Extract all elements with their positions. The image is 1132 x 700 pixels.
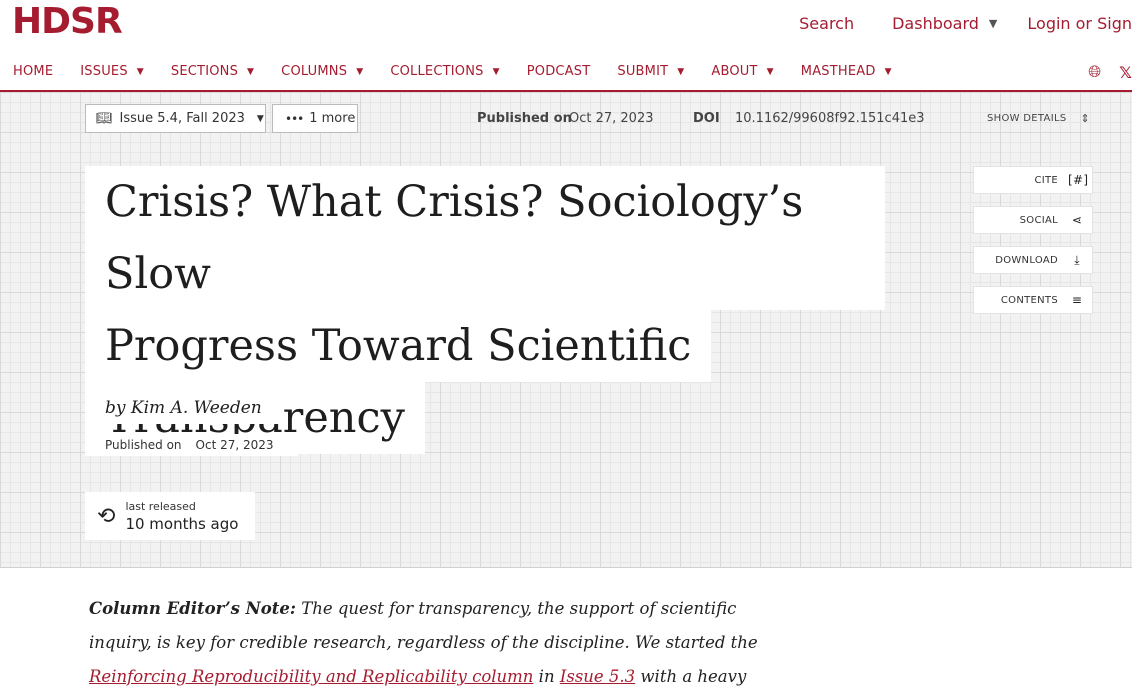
release-value: 10 months ago [125,514,239,533]
more-dots-icon: ••• [285,111,304,126]
nav-item-label: MASTHEAD [800,64,876,79]
download-button[interactable]: DOWNLOAD ⤓ [973,246,1093,274]
contents-button[interactable]: CONTENTS ≡ [973,286,1093,314]
published-label: Published on [477,111,572,126]
hdsr-logo[interactable]: HDSR [12,1,123,42]
caret-down-icon: ▼ [492,66,500,77]
nav-item-issues[interactable]: ISSUES ▼ [80,64,144,79]
nav-item-columns[interactable]: COLUMNS ▼ [281,64,363,79]
side-action-label: CITE [1034,174,1058,186]
issue-selector[interactable]: 📖︎ Issue 5.4, Fall 2023 ▼ [85,104,266,133]
note-label: Column Editor’s Note: [89,599,296,618]
cite-button[interactable]: CITE [#] [973,166,1093,194]
more-issues-button[interactable]: ••• 1 more [272,104,358,133]
nav-item-masthead[interactable]: MASTHEAD ▼ [801,64,892,79]
cite-icon: [#] [1068,173,1089,187]
nav-item-label: COLUMNS [281,64,348,79]
title-line: Crisis? What Crisis? Sociology’s Slow [85,166,885,310]
contents-icon: ≡ [1071,293,1083,307]
published-label: Published on [105,438,182,452]
side-actions: CITE [#] SOCIAL ⋖ DOWNLOAD ⤓ CONTENTS ≡ [973,166,1093,326]
logo-text: HDSR [12,1,123,42]
login-link[interactable]: Login or Sign [1027,14,1132,33]
dashboard-label: Dashboard [892,14,979,33]
share-icon: ⋖ [1071,213,1083,227]
nav-item-label: SECTIONS [170,64,239,79]
nav-item-sections[interactable]: SECTIONS ▼ [171,64,254,79]
show-details-label: SHOW DETAILS [987,113,1067,124]
dashboard-menu[interactable]: Dashboard ▼ [892,14,1007,33]
top-links: Search Dashboard ▼ Login or Sign [799,14,1132,33]
caret-down-icon: ▼ [247,66,255,77]
nav-item-about[interactable]: ABOUT ▼ [711,64,773,79]
article-body: Column Editor’s Note: The quest for tran… [89,592,769,700]
body-text: in [533,667,560,686]
caret-down-icon: ▼ [136,66,144,77]
nav-item-podcast[interactable]: PODCAST [527,64,591,79]
chevron-down-icon: ▼ [988,17,998,30]
issue-label: Issue 5.4, Fall 2023 [119,111,245,126]
title-line: Progress Toward Scientific [85,310,712,382]
caret-down-icon: ▼ [356,66,364,77]
globe-icon[interactable]: 🌐︎ [1088,62,1101,82]
nav-item-label: COLLECTIONS [390,64,484,79]
side-action-label: DOWNLOAD [995,254,1058,266]
caret-down-icon: ▼ [766,66,774,77]
caret-down-icon: ▼ [677,66,685,77]
column-link[interactable]: Reinforcing Reproducibility and Replicab… [89,667,533,686]
release-history-button[interactable]: ⟲ last released 10 months ago [85,492,255,540]
nav-item-collections[interactable]: COLLECTIONS ▼ [390,64,499,79]
article-header: 📖︎ Issue 5.4, Fall 2023 ▼ ••• 1 more Pub… [0,92,1132,568]
issue-link[interactable]: Issue 5.3 [560,667,635,686]
published-info: Published on Oct 27, 2023 [85,434,298,456]
published-date: Oct 27, 2023 [195,438,274,452]
side-action-label: SOCIAL [1019,214,1058,226]
nav-item-label: SUBMIT [617,64,669,79]
top-bar: HDSR Search Dashboard ▼ Login or Sign [0,0,1132,50]
side-action-label: CONTENTS [1000,294,1058,306]
release-info: last released 10 months ago [125,500,238,533]
nav-items: HOME ISSUES ▼ SECTIONS ▼ COLUMNS ▼ COLLECTIONS ▼… [13,64,919,79]
main-nav: HOME ISSUES ▼ SECTIONS ▼ COLUMNS ▼ COLLECTIONS ▼… [0,54,1132,92]
article-meta-row: 📖︎ Issue 5.4, Fall 2023 ▼ ••• 1 more Pub… [0,104,1132,134]
search-link[interactable]: Search [799,14,854,33]
published-date: Oct 27, 2023 [569,111,654,126]
book-icon: 📖︎ [96,111,113,126]
doi-value[interactable]: 10.1162/99608f92.151c41e3 [735,111,925,126]
history-icon: ⟲ [97,503,116,529]
show-details-toggle[interactable]: SHOW DETAILS ⇕ [987,112,1090,125]
author-byline[interactable]: by Kim A. Weeden [85,392,282,424]
nav-item-submit[interactable]: SUBMIT ▼ [617,64,684,79]
social-button[interactable]: SOCIAL ⋖ [973,206,1093,234]
nav-icons: 🌐︎ 𝕏 [1070,62,1132,82]
caret-down-icon: ▼ [884,66,892,77]
doi-label: DOI [693,111,720,126]
x-twitter-icon[interactable]: 𝕏 [1119,63,1132,82]
nav-item-label: PODCAST [526,64,591,79]
more-label: 1 more [309,111,356,126]
nav-item-home[interactable]: HOME [13,64,53,79]
caret-down-icon: ▼ [256,113,264,124]
download-icon: ⤓ [1074,252,1080,267]
nav-item-label: ISSUES [80,64,128,79]
nav-item-label: HOME [13,64,54,79]
nav-item-label: ABOUT [711,64,758,79]
release-label: last released [125,499,196,513]
expand-arrows-icon: ⇕ [1080,112,1090,125]
